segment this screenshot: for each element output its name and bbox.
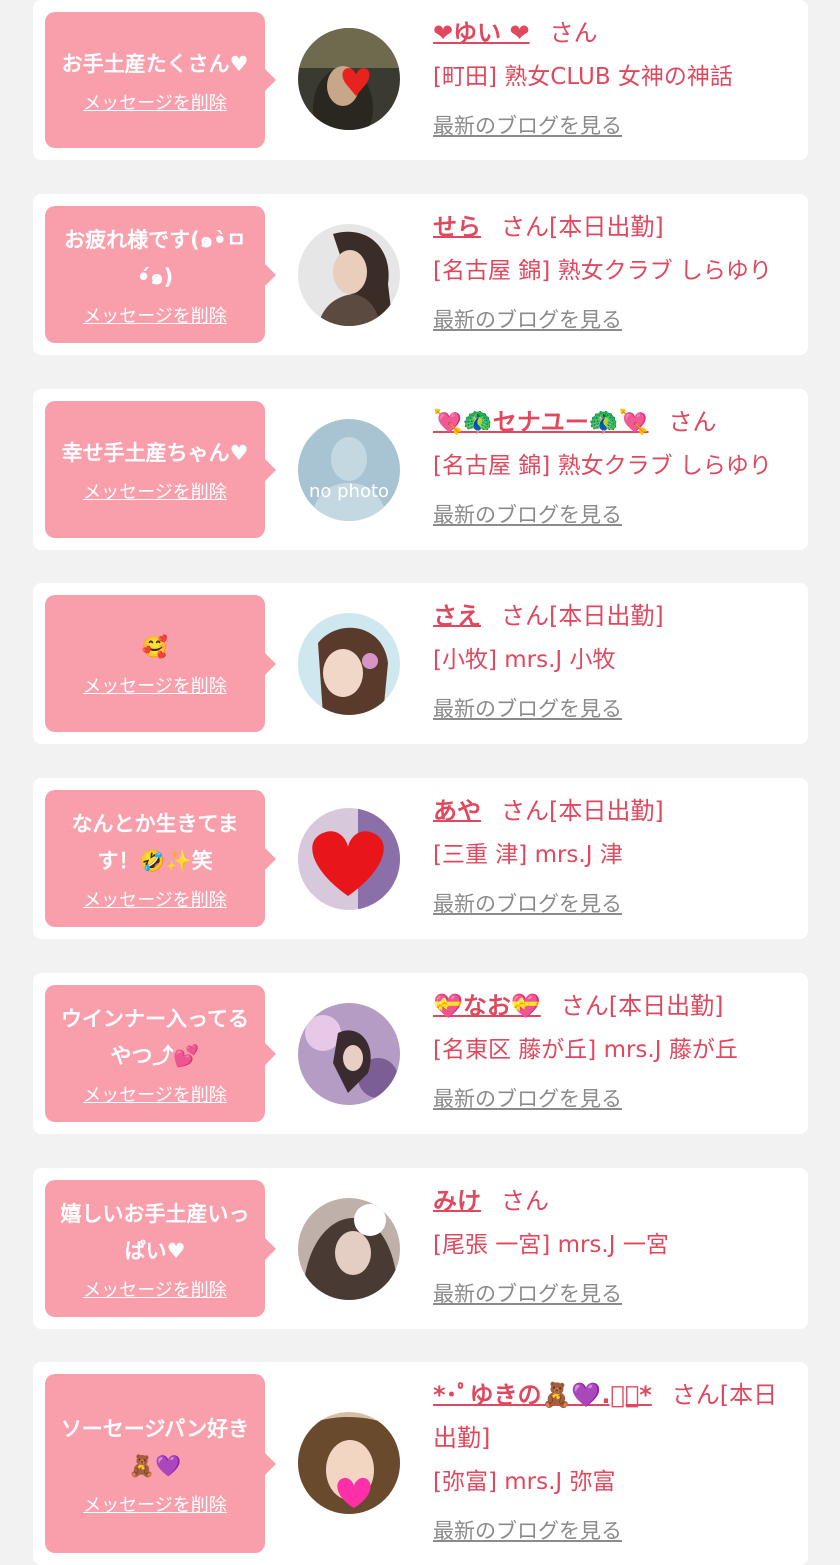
message-bubble: お疲れ様です(๑•̀ㅁ•́๑) メッセージを削除 — [45, 206, 276, 343]
message-text: ソーセージパン好き🧸💜 — [60, 1416, 250, 1478]
latest-blog-link[interactable]: 最新のブログを見る — [433, 882, 622, 926]
girl-name-link[interactable]: ❤ゆい ❤ — [433, 19, 530, 47]
message-card: 🥰 メッセージを削除 さえ さん[本日出勤] [小牧] mrs.J 小牧 最新のブ… — [33, 583, 808, 744]
shop-name: [尾張 一宮] mrs.J 一宮 — [433, 1232, 669, 1258]
shop-name: [小牧] mrs.J 小牧 — [433, 647, 616, 673]
message-card: ソーセージパン好き🧸💜 メッセージを削除 *･ﾟゆきの🧸💜.ﾟ･* さん[本日出勤… — [33, 1362, 808, 1565]
shop-name: [名古屋 錦] 熟女クラブ しらゆり — [433, 258, 772, 284]
girl-info: みけ さん [尾張 一宮] mrs.J 一宮 最新のブログを見る — [433, 1180, 798, 1316]
avatar-photo — [298, 1003, 400, 1105]
message-bubble: なんとか生きてます！🤣✨笑 メッセージを削除 — [45, 790, 276, 927]
girl-info: せら さん[本日出勤] [名古屋 錦] 熟女クラブ しらゆり 最新のブログを見る — [433, 206, 798, 342]
message-bubble: お手土産たくさん♥ メッセージを削除 — [45, 12, 276, 148]
message-card: ウインナー入ってるやつ⤴💕 メッセージを削除 💝なお💝 さん[本日出勤] [名東区… — [33, 973, 808, 1134]
message-text: なんとか生きてます！🤣✨笑 — [71, 811, 239, 873]
message-text: ウインナー入ってるやつ⤴💕 — [61, 1006, 249, 1068]
avatar[interactable] — [298, 808, 400, 910]
girl-info: さえ さん[本日出勤] [小牧] mrs.J 小牧 最新のブログを見る — [433, 595, 798, 731]
girl-name-link[interactable]: *･ﾟゆきの🧸💜.ﾟ･* — [433, 1381, 652, 1409]
girl-info: 💘🦚セナユー🦚💘 さん [名古屋 錦] 熟女クラブ しらゆり 最新のブログを見る — [433, 401, 798, 537]
avatar-photo — [298, 808, 400, 910]
message-bubble: 幸せ手土産ちゃん♥ メッセージを削除 — [45, 401, 276, 538]
avatar-photo — [298, 613, 400, 715]
latest-blog-link[interactable]: 最新のブログを見る — [433, 1077, 622, 1121]
delete-message-link[interactable]: メッセージを削除 — [83, 1276, 227, 1302]
message-text: お疲れ様です(๑•̀ㅁ•́๑) — [64, 227, 246, 289]
delete-message-link[interactable]: メッセージを削除 — [83, 89, 227, 115]
avatar[interactable] — [298, 28, 400, 130]
no-photo-label: no photo — [309, 481, 389, 502]
message-bubble: ソーセージパン好き🧸💜 メッセージを削除 — [45, 1374, 276, 1553]
girl-name-link[interactable]: さえ — [433, 602, 481, 630]
message-text: 🥰 — [141, 635, 169, 659]
latest-blog-link[interactable]: 最新のブログを見る — [433, 104, 622, 148]
name-suffix: さん[本日出勤] — [501, 797, 664, 825]
girl-name-link[interactable]: 💝なお💝 — [433, 992, 541, 1020]
avatar-photo — [298, 1198, 400, 1300]
girl-name-link[interactable]: みけ — [433, 1187, 481, 1215]
avatar[interactable] — [298, 613, 400, 715]
message-bubble: ウインナー入ってるやつ⤴💕 メッセージを削除 — [45, 985, 276, 1122]
avatar[interactable]: no photo — [298, 419, 400, 521]
message-text: お手土産たくさん♥ — [61, 51, 249, 76]
avatar-photo — [298, 28, 400, 130]
name-suffix: さん — [549, 19, 598, 47]
message-card: お疲れ様です(๑•̀ㅁ•́๑) メッセージを削除 せら さん[本日出勤] [名古屋… — [33, 194, 808, 355]
avatar[interactable] — [298, 1003, 400, 1105]
avatar[interactable] — [298, 224, 400, 326]
delete-message-link[interactable]: メッセージを削除 — [83, 1491, 227, 1517]
message-text: 嬉しいお手土産いっぱい♥ — [60, 1201, 250, 1263]
latest-blog-link[interactable]: 最新のブログを見る — [433, 493, 622, 537]
girl-name-link[interactable]: せら — [433, 213, 481, 241]
girl-name-link[interactable]: あや — [433, 797, 481, 825]
shop-name: [弥富] mrs.J 弥富 — [433, 1469, 616, 1495]
latest-blog-link[interactable]: 最新のブログを見る — [433, 687, 622, 731]
message-card: お手土産たくさん♥ メッセージを削除 ❤ゆい ❤ さん [町田] 熟女CLUB 女… — [33, 0, 808, 160]
message-card: なんとか生きてます！🤣✨笑 メッセージを削除 あや さん[本日出勤] [三重 津]… — [33, 778, 808, 939]
avatar-photo — [298, 1412, 400, 1514]
no-photo-placeholder: no photo — [298, 419, 400, 521]
avatar-photo — [298, 224, 400, 326]
delete-message-link[interactable]: メッセージを削除 — [83, 1081, 227, 1107]
girl-info: 💝なお💝 さん[本日出勤] [名東区 藤が丘] mrs.J 藤が丘 最新のブログを… — [433, 985, 798, 1121]
girl-info: *･ﾟゆきの🧸💜.ﾟ･* さん[本日出勤] [弥富] mrs.J 弥富 最新のブロ… — [433, 1374, 798, 1553]
shop-name: [名古屋 錦] 熟女クラブ しらゆり — [433, 453, 772, 479]
latest-blog-link[interactable]: 最新のブログを見る — [433, 298, 622, 342]
name-suffix: さん[本日出勤] — [501, 213, 664, 241]
name-suffix: さん — [668, 408, 717, 436]
girl-name-link[interactable]: 💘🦚セナユー🦚💘 — [433, 408, 649, 436]
message-card: 嬉しいお手土産いっぱい♥ メッセージを削除 みけ さん [尾張 一宮] mrs.J… — [33, 1168, 808, 1329]
message-bubble: 嬉しいお手土産いっぱい♥ メッセージを削除 — [45, 1180, 276, 1317]
name-suffix: さん[本日出勤] — [560, 992, 724, 1020]
message-bubble: 🥰 メッセージを削除 — [45, 595, 276, 732]
shop-name: [名東区 藤が丘] mrs.J 藤が丘 — [433, 1037, 738, 1063]
name-suffix: さん[本日出勤] — [501, 602, 664, 630]
latest-blog-link[interactable]: 最新のブログを見る — [433, 1509, 622, 1553]
delete-message-link[interactable]: メッセージを削除 — [83, 478, 227, 504]
shop-name: [町田] 熟女CLUB 女神の神話 — [433, 64, 733, 90]
avatar[interactable] — [298, 1198, 400, 1300]
message-text: 幸せ手土産ちゃん♥ — [61, 441, 249, 465]
girl-info: あや さん[本日出勤] [三重 津] mrs.J 津 最新のブログを見る — [433, 790, 798, 926]
delete-message-link[interactable]: メッセージを削除 — [83, 672, 227, 698]
latest-blog-link[interactable]: 最新のブログを見る — [433, 1272, 622, 1316]
message-card: 幸せ手土産ちゃん♥ メッセージを削除 no photo 💘🦚セナユー🦚💘 さん [… — [33, 389, 808, 550]
delete-message-link[interactable]: メッセージを削除 — [83, 886, 227, 912]
avatar[interactable] — [298, 1412, 400, 1514]
girl-info: ❤ゆい ❤ さん [町田] 熟女CLUB 女神の神話 最新のブログを見る — [433, 12, 798, 148]
shop-name: [三重 津] mrs.J 津 — [433, 842, 623, 868]
delete-message-link[interactable]: メッセージを削除 — [83, 302, 227, 328]
name-suffix: さん — [501, 1187, 549, 1215]
